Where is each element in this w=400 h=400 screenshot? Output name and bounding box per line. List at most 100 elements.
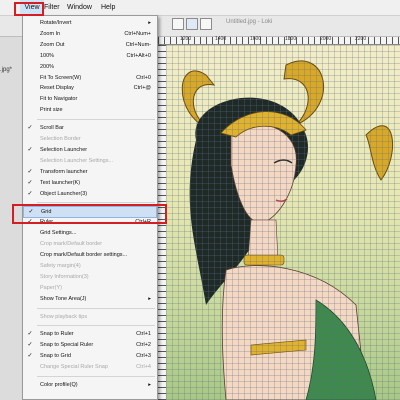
view-menu-item-label: Selection Border xyxy=(40,136,81,142)
ruler-number: 1600 xyxy=(250,36,262,42)
submenu-arrow-icon: ▸ xyxy=(148,295,151,302)
view-menu-item[interactable]: ✓ Text launcher(K) xyxy=(23,178,157,188)
menu-separator xyxy=(37,119,155,121)
view-menu-item-label: Print size xyxy=(40,107,63,114)
view-menu-item-shortcut: Ctrl+Num+ xyxy=(124,30,151,37)
view-menu-item-label: Story Information(3) xyxy=(40,273,89,280)
checkmark-icon: ✓ xyxy=(27,190,33,197)
view-menu-item[interactable]: Safety margin(4) xyxy=(23,261,157,271)
view-menu-item[interactable]: Reset Display Ctrl+@ xyxy=(23,83,157,93)
view-menu-item[interactable]: ✓ Snap to Ruler Ctrl+1 xyxy=(23,329,157,339)
view-menu-item-label: Show playback tips xyxy=(40,313,88,320)
view-menu-item-label: Transform launcher xyxy=(40,168,88,175)
view-menu-item-label: Object Launcher(3) xyxy=(40,190,88,197)
view-menu-item-label: 200% xyxy=(40,63,55,70)
view-menu-item-label: Paper(Y) xyxy=(40,284,63,291)
view-menu-item-shortcut: Ctrl+@ xyxy=(133,85,151,92)
view-menu-item[interactable]: Crop mark/Default border settings... xyxy=(23,250,157,260)
checkmark-icon: ✓ xyxy=(27,342,33,349)
view-menu-item[interactable]: Zoom Out Ctrl+Num- xyxy=(23,40,157,50)
view-menu-item-shortcut: Ctrl+Num- xyxy=(125,41,151,48)
view-menu-item[interactable]: Show playback tips xyxy=(23,312,157,322)
ruler-number: 1200 xyxy=(180,36,192,42)
ruler-number: 1400 xyxy=(215,36,227,42)
checkmark-icon: ✓ xyxy=(27,331,33,338)
menu-window[interactable]: Window xyxy=(67,0,92,16)
ruler-number: 2200 xyxy=(355,36,367,42)
view-menu-item-label: Text launcher(K) xyxy=(40,179,81,186)
ruler-number: 1800 xyxy=(285,36,297,42)
view-menu-item-shortcut: Ctrl+3 xyxy=(136,353,151,360)
highlight-box-grid-item xyxy=(12,204,167,224)
view-menu-item-label: Crop mark/Default border settings... xyxy=(40,252,128,258)
view-menu-item[interactable]: ✓ Scroll Bar xyxy=(23,123,157,133)
view-menu-item[interactable]: Crop mark/Default border xyxy=(23,239,157,249)
view-menu-item[interactable]: Color profile(Q) ▸ xyxy=(23,380,157,390)
view-menu-item[interactable]: ✓ Object Launcher(3) xyxy=(23,189,157,199)
view-menu-item-label: Snap to Grid xyxy=(40,353,71,360)
view-menu-item-label: Grid Settings... xyxy=(40,230,77,237)
view-menu-item-label: Change Special Ruler Snap xyxy=(40,364,108,371)
view-menu-item-shortcut: Ctrl+0 xyxy=(136,74,151,81)
drawing-canvas[interactable] xyxy=(166,45,400,400)
view-menu-item[interactable]: 100% Ctrl+Alt+0 xyxy=(23,51,157,61)
view-menu-item[interactable]: Selection Launcher Settings... xyxy=(23,156,157,166)
character-illustration xyxy=(181,60,394,400)
ruler-number: 2000 xyxy=(320,36,332,42)
menu-separator xyxy=(37,325,155,327)
view-menu-item-label: Safety margin(4) xyxy=(40,262,81,269)
view-menu-item[interactable]: Rotate/Invert ▸ xyxy=(23,18,157,28)
view-menu-item-label: Zoom Out xyxy=(40,41,65,48)
view-menu-item[interactable]: ✓ Transform launcher xyxy=(23,167,157,177)
view-menu-item-label: Fit To Screen(W) xyxy=(40,74,82,81)
view-menu-item[interactable]: Zoom In Ctrl+Num+ xyxy=(23,29,157,39)
toolbar-button-1[interactable] xyxy=(172,18,184,30)
menu-bar: View Filter Window Help xyxy=(0,0,400,16)
view-menu-item-label: Rotate/Invert xyxy=(40,20,72,26)
view-menu-item-label: Scroll Bar xyxy=(40,125,64,132)
view-menu-item-label: Selection Launcher xyxy=(40,146,88,153)
view-menu-item[interactable]: Grid Settings... xyxy=(23,228,157,238)
view-menu-item-shortcut: Ctrl+2 xyxy=(136,342,151,349)
view-menu-item[interactable]: Paper(Y) xyxy=(23,283,157,293)
view-menu-item-label: Fit to Navigator xyxy=(40,96,78,103)
checkmark-icon: ✓ xyxy=(27,353,33,360)
checkmark-icon: ✓ xyxy=(27,146,33,153)
side-file-label: .jpg* xyxy=(0,67,13,73)
menu-separator xyxy=(37,307,155,309)
view-menu-item[interactable]: Story Information(3) xyxy=(23,272,157,282)
view-menu-item-label: Zoom In xyxy=(40,30,61,37)
view-menu-item[interactable]: Print size xyxy=(23,105,157,115)
view-menu-item-label: Snap to Special Ruler xyxy=(40,342,94,349)
submenu-arrow-icon: ▸ xyxy=(148,382,151,388)
view-menu-item[interactable]: Change Special Ruler Snap Ctrl+4 xyxy=(23,362,157,372)
view-menu-item-label: Show Tone Area(J) xyxy=(40,295,87,302)
view-menu-item[interactable]: 200% xyxy=(23,62,157,72)
view-menu-item-label: Snap to Ruler xyxy=(40,331,74,338)
view-menu-item-label: Crop mark/Default border xyxy=(40,241,103,248)
view-menu-item-shortcut: Ctrl+1 xyxy=(136,331,151,338)
checkmark-icon: ✓ xyxy=(27,179,33,186)
view-menu-item[interactable]: Fit to Navigator xyxy=(23,94,157,104)
view-menu-item[interactable]: Selection Border xyxy=(23,134,157,144)
view-menu-item-shortcut: Ctrl+4 xyxy=(136,364,151,371)
view-menu-item[interactable]: Fit To Screen(W) Ctrl+0 xyxy=(23,73,157,83)
view-menu-item[interactable]: ✓ Snap to Grid Ctrl+3 xyxy=(23,351,157,361)
submenu-arrow-icon: ▸ xyxy=(148,20,151,26)
highlight-box-view-menu xyxy=(14,2,44,16)
menu-filter[interactable]: Filter xyxy=(44,0,60,16)
checkmark-icon: ✓ xyxy=(27,168,33,175)
toolbar-button-3[interactable] xyxy=(200,18,212,30)
view-menu-item-label: Selection Launcher Settings... xyxy=(40,157,114,164)
checkmark-icon: ✓ xyxy=(27,125,33,132)
document-title: Untitled.jpg - Loki xyxy=(226,19,273,25)
view-menu-item[interactable]: ✓ Snap to Special Ruler Ctrl+2 xyxy=(23,340,157,350)
view-menu-item-shortcut: Ctrl+Alt+0 xyxy=(126,52,151,59)
menu-separator xyxy=(37,376,155,377)
toolbar-button-2[interactable] xyxy=(186,18,198,30)
view-menu-item-label: Reset Display xyxy=(40,85,74,92)
view-menu-item[interactable]: ✓ Selection Launcher xyxy=(23,145,157,155)
view-menu-item-label: 100% xyxy=(40,52,55,59)
view-menu-item[interactable]: Show Tone Area(J) ▸ xyxy=(23,294,157,304)
menu-help[interactable]: Help xyxy=(101,0,115,16)
